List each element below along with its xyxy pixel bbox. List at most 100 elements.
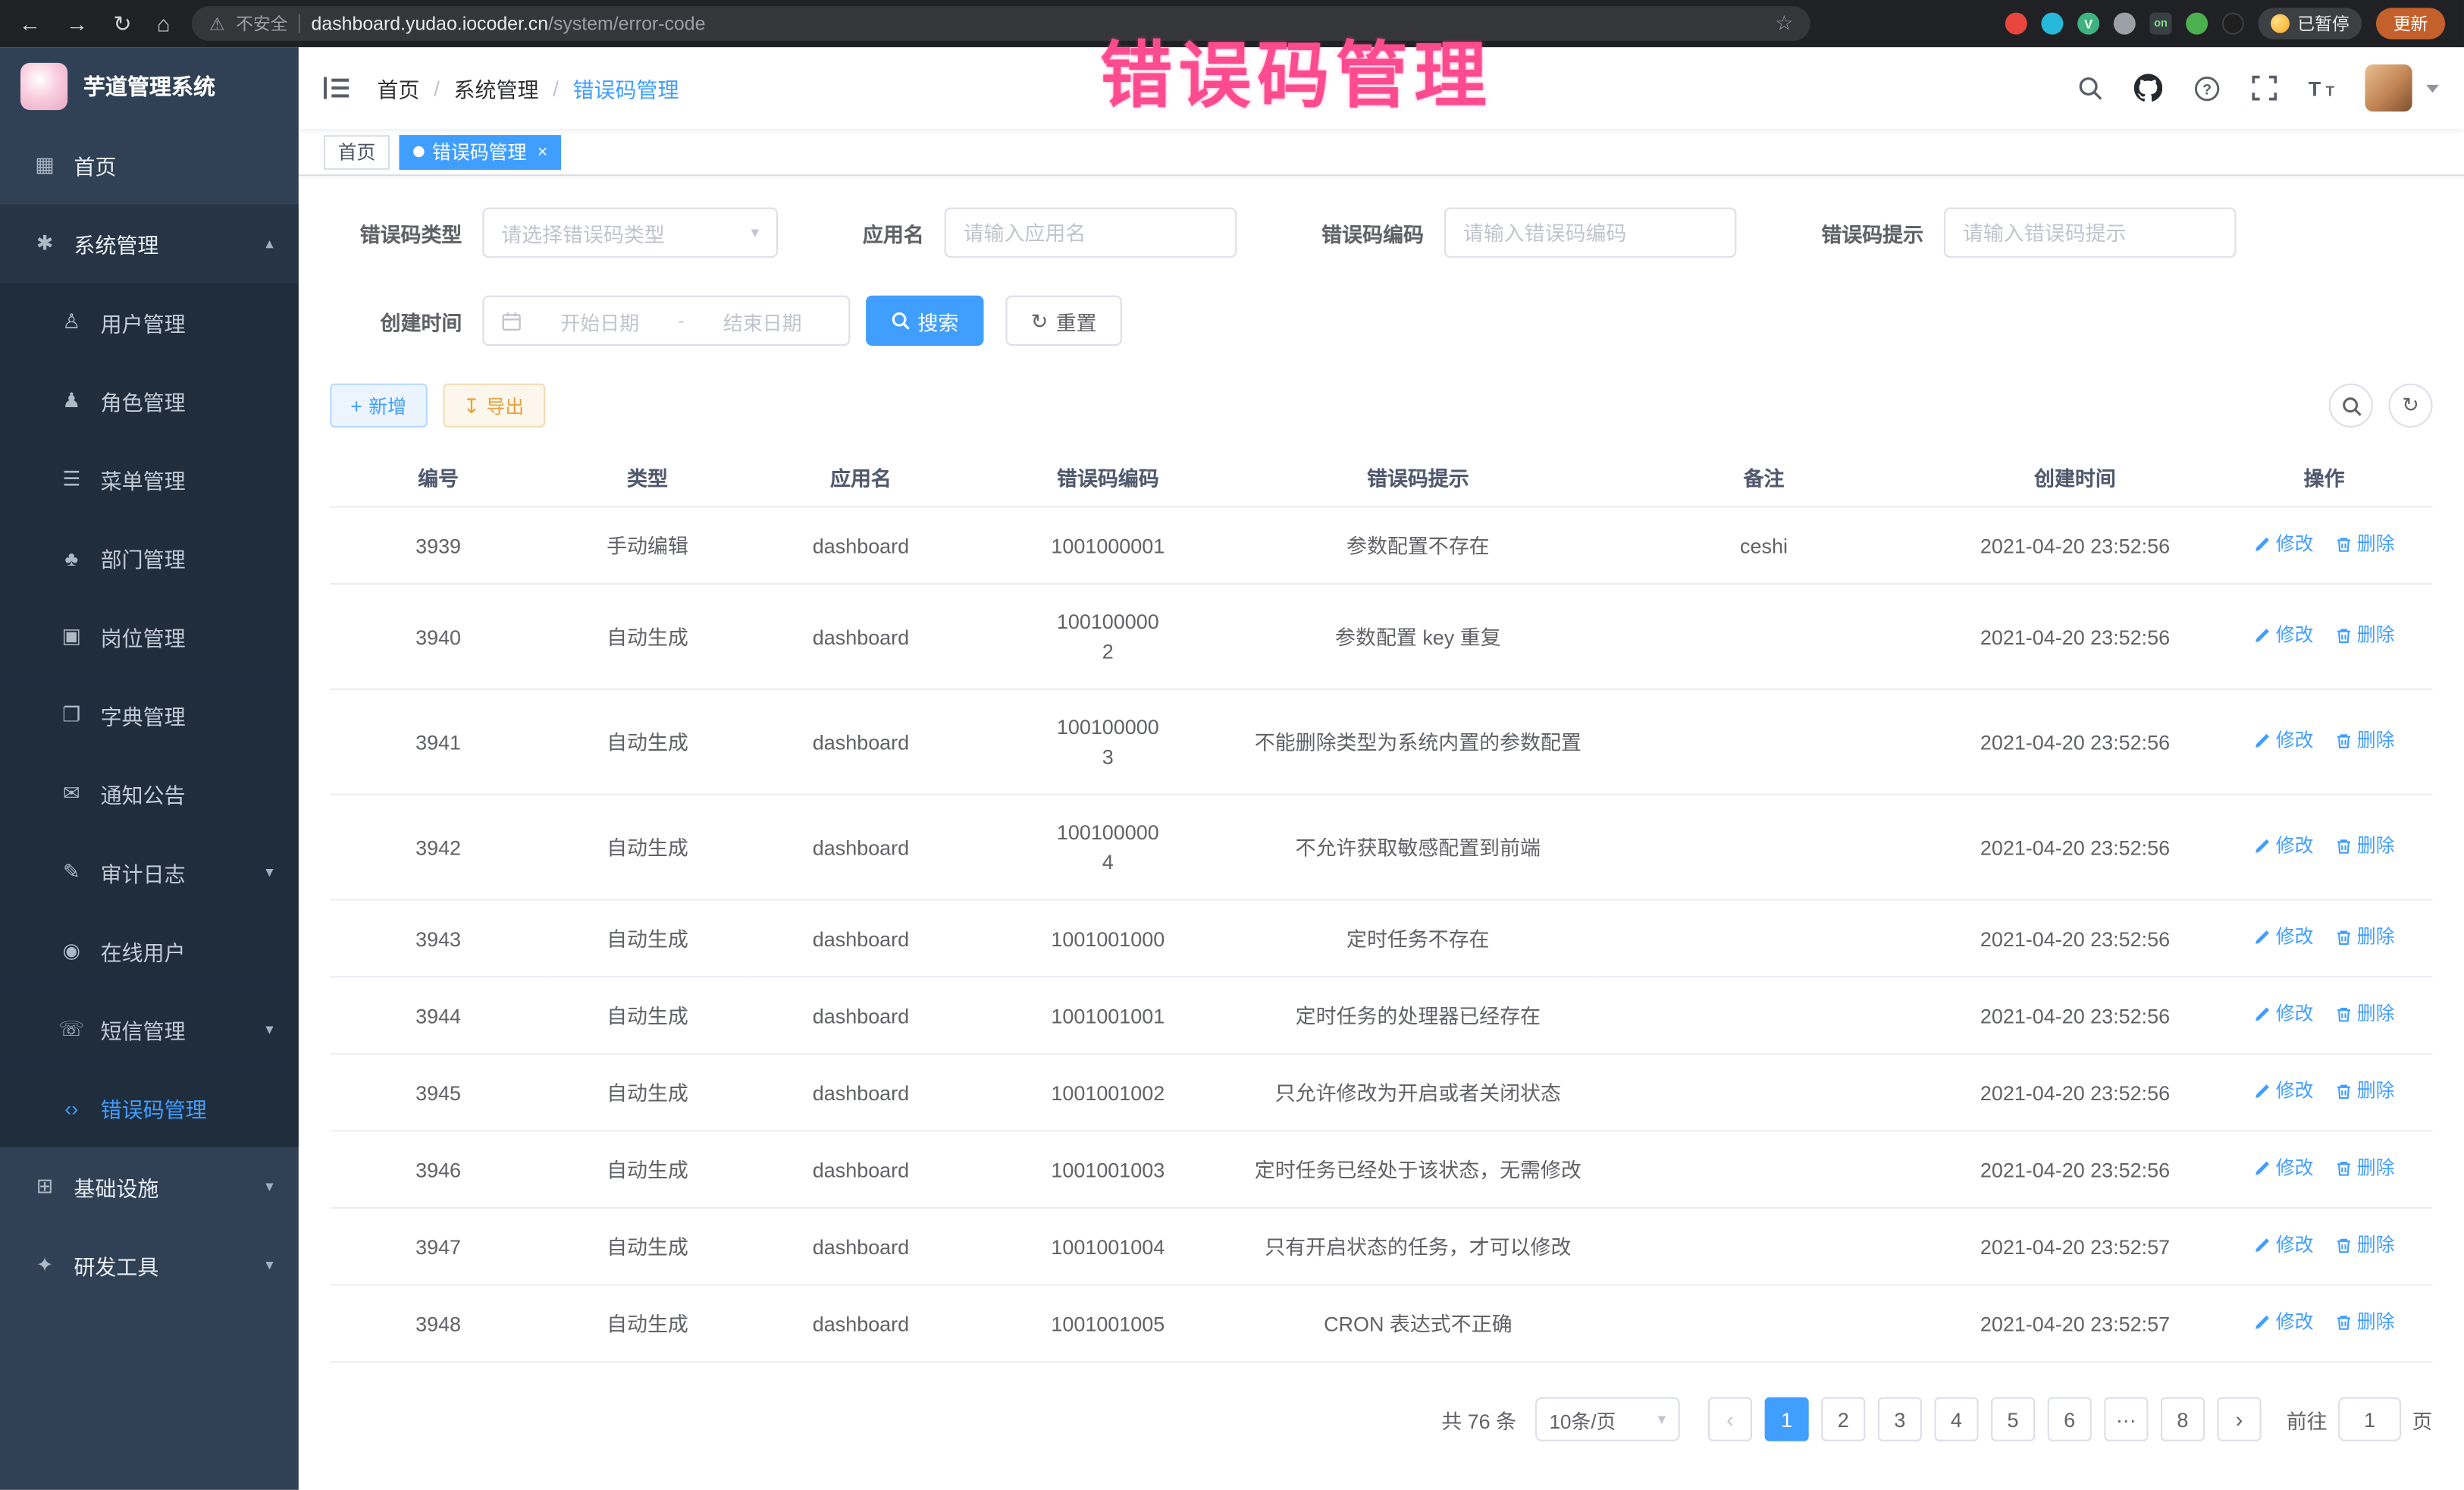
edit-link-label: 修改 xyxy=(2276,831,2314,861)
sidebar-item[interactable]: ♣ 部门管理 xyxy=(0,519,299,598)
screen: 错误码管理 ← → ↻ ⌂ ⚠ 不安全 dashboard.yudao.ioco… xyxy=(0,0,2464,1490)
error-code-input[interactable] xyxy=(1444,208,1737,258)
delete-link[interactable]: 删除 xyxy=(2335,726,2395,756)
page-button[interactable]: 5 xyxy=(1991,1397,2035,1441)
bookmark-star-icon[interactable]: ☆ xyxy=(1775,11,1793,36)
address-bar[interactable]: ⚠ 不安全 dashboard.yudao.iocoder.cn/system/… xyxy=(192,6,1810,41)
menu-item-icon: ♣ xyxy=(58,546,85,569)
sidebar-item[interactable]: ✉ 通知公告 xyxy=(0,754,299,833)
edit-link[interactable]: 修改 xyxy=(2254,529,2314,559)
delete-link[interactable]: 删除 xyxy=(2335,1231,2395,1260)
delete-link[interactable]: 删除 xyxy=(2335,621,2395,651)
breadcrumb-system[interactable]: 系统管理 xyxy=(454,72,539,103)
sidebar-item[interactable]: ☰ 菜单管理 xyxy=(0,440,299,519)
edit-link[interactable]: 修改 xyxy=(2254,923,2314,952)
date-range-picker[interactable]: 开始日期 - 结束日期 xyxy=(482,296,850,346)
menu-item-label: 首页 xyxy=(74,149,116,180)
page-button[interactable]: 8 xyxy=(2161,1397,2205,1441)
back-icon[interactable]: ← xyxy=(19,13,41,35)
github-icon[interactable] xyxy=(2133,72,2164,103)
delete-link[interactable]: 删除 xyxy=(2335,923,2395,952)
edit-link[interactable]: 修改 xyxy=(2254,831,2314,861)
page-button[interactable]: ··· xyxy=(2104,1397,2148,1441)
help-icon[interactable]: ? xyxy=(2190,72,2221,103)
avatar-caret-icon[interactable] xyxy=(2426,84,2439,92)
sidebar-fold-icon[interactable] xyxy=(324,77,349,99)
prev-page-button[interactable]: ‹ xyxy=(1708,1397,1752,1441)
page-button[interactable]: 1 xyxy=(1765,1397,1809,1441)
sidebar-item[interactable]: ☏ 短信管理 ▾ xyxy=(0,990,299,1069)
filter-error-code: 错误码编码 xyxy=(1321,208,1736,258)
page-button[interactable]: 2 xyxy=(1821,1397,1865,1441)
extension-dark-icon[interactable] xyxy=(2222,13,2244,35)
search-button[interactable]: 搜索 xyxy=(866,296,983,346)
edit-link[interactable]: 修改 xyxy=(2254,999,2314,1029)
breadcrumb-home[interactable]: 首页 xyxy=(377,72,419,103)
sidebar-item[interactable]: ♙ 用户管理 xyxy=(0,283,299,362)
sidebar-item[interactable]: ▣ 岗位管理 xyxy=(0,598,299,676)
sidebar-item[interactable]: ▦ 首页 xyxy=(0,126,299,205)
navbar-actions: ? TT xyxy=(2074,64,2439,111)
page-size-select[interactable]: 10条/页 ▾ xyxy=(1535,1397,1680,1441)
sidebar-item[interactable]: ✎ 审计日志 ▾ xyxy=(0,833,299,912)
tab[interactable]: 错误码管理 × xyxy=(399,134,561,169)
breadcrumb-separator: / xyxy=(553,77,559,100)
font-size-icon[interactable]: TT xyxy=(2307,72,2338,103)
goto-page-input[interactable] xyxy=(2338,1397,2401,1441)
sidebar-item[interactable]: ◉ 在线用户 xyxy=(0,911,299,990)
app-name-input[interactable] xyxy=(945,208,1237,258)
edit-link[interactable]: 修改 xyxy=(2254,726,2314,756)
sidebar-item[interactable]: ⊞ 基础设施 ▾ xyxy=(0,1147,299,1226)
extension-green-icon[interactable] xyxy=(2186,13,2208,35)
delete-link[interactable]: 删除 xyxy=(2335,831,2395,861)
next-page-button[interactable]: › xyxy=(2218,1397,2262,1441)
end-date-placeholder[interactable]: 结束日期 xyxy=(694,306,831,335)
vue-devtools-icon[interactable]: V xyxy=(2077,13,2099,35)
edit-link[interactable]: 修改 xyxy=(2254,1307,2314,1337)
home-icon[interactable]: ⌂ xyxy=(157,13,171,35)
error-message-input[interactable] xyxy=(1944,208,2237,258)
user-avatar[interactable] xyxy=(2365,64,2412,111)
paused-badge[interactable]: 已暂停 xyxy=(2258,8,2362,39)
sidebar-item[interactable]: ‹› 错误码管理 xyxy=(0,1068,299,1147)
menu-item-icon: ✦ xyxy=(31,1253,58,1278)
edit-pencil-icon xyxy=(2254,838,2271,855)
reset-button[interactable]: ↻ 重置 xyxy=(1006,296,1122,346)
edit-link[interactable]: 修改 xyxy=(2254,1153,2314,1183)
delete-link[interactable]: 删除 xyxy=(2335,1307,2395,1337)
close-icon[interactable]: × xyxy=(538,143,547,162)
add-button[interactable]: + 新增 xyxy=(330,384,427,428)
edit-link[interactable]: 修改 xyxy=(2254,1231,2314,1260)
sidebar-item[interactable]: ✦ 研发工具 ▾ xyxy=(0,1226,299,1305)
delete-link[interactable]: 删除 xyxy=(2335,1153,2395,1183)
extension-on-icon[interactable]: on xyxy=(2149,13,2171,35)
export-button[interactable]: ↧ 导出 xyxy=(443,384,545,428)
edit-link[interactable]: 修改 xyxy=(2254,621,2314,651)
logo[interactable]: 芋道管理系统 xyxy=(0,47,299,126)
cell-type: 自动生成 xyxy=(547,795,748,900)
page-button[interactable]: 3 xyxy=(1878,1397,1922,1441)
fullscreen-icon[interactable] xyxy=(2249,72,2280,103)
sidebar-item[interactable]: ❐ 字典管理 xyxy=(0,676,299,754)
delete-link[interactable]: 删除 xyxy=(2335,529,2395,559)
tab[interactable]: 首页 xyxy=(324,134,390,169)
reload-icon[interactable]: ↻ xyxy=(113,13,131,35)
start-date-placeholder[interactable]: 开始日期 xyxy=(531,306,669,335)
page-button[interactable]: 6 xyxy=(2048,1397,2092,1441)
error-type-select[interactable]: 请选择错误码类型 ▾ xyxy=(482,208,778,258)
extension-red-icon[interactable] xyxy=(2005,13,2027,35)
update-button[interactable]: 更新 xyxy=(2376,8,2445,39)
toggle-search-button[interactable] xyxy=(2329,384,2373,428)
page-button[interactable]: 4 xyxy=(1934,1397,1978,1441)
delete-link[interactable]: 删除 xyxy=(2335,999,2395,1029)
sidebar-item[interactable]: ♟ 角色管理 xyxy=(0,362,299,441)
sidebar-item[interactable]: ✱ 系统管理 ▴ xyxy=(0,204,299,283)
forward-icon[interactable]: → xyxy=(66,13,88,35)
delete-link[interactable]: 删除 xyxy=(2335,1077,2395,1106)
extension-teal-icon[interactable] xyxy=(2041,13,2063,35)
search-icon[interactable] xyxy=(2074,72,2105,103)
refresh-table-button[interactable]: ↻ xyxy=(2389,384,2433,428)
menu-item-label: 字典管理 xyxy=(101,699,186,730)
extension-grey-icon[interactable] xyxy=(2114,13,2136,35)
edit-link[interactable]: 修改 xyxy=(2254,1077,2314,1106)
